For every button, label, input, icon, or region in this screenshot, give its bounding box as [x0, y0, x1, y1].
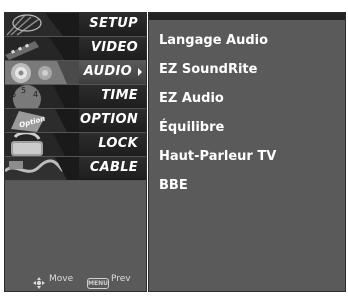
speaker-icon — [5, 61, 79, 84]
cable-icon — [5, 157, 79, 180]
svg-text:6: 6 — [11, 90, 16, 99]
submenu-item-equilibre[interactable]: Équilibre — [159, 120, 224, 135]
menu-item-audio[interactable]: AUDIO — [5, 61, 146, 85]
satellite-dish-icon — [5, 13, 79, 36]
menu-item-video[interactable]: VIDEO — [5, 37, 146, 61]
tv-osd-screen: SETUP VIDEO AUDIO 6 5 4 TIME Option OPTI… — [0, 0, 348, 300]
menu-item-label: LOCK — [98, 136, 138, 151]
submenu-item-ez-soundrite[interactable]: EZ SoundRite — [159, 62, 257, 77]
film-strip-icon — [5, 37, 79, 60]
submenu-item-langage-audio[interactable]: Langage Audio — [159, 33, 268, 48]
main-menu: SETUP VIDEO AUDIO 6 5 4 TIME Option OPTI… — [4, 12, 147, 292]
svg-text:5: 5 — [21, 86, 26, 95]
menu-item-label: SETUP — [89, 16, 138, 31]
move-label: Move — [49, 274, 74, 284]
menu-item-cable[interactable]: CABLE — [5, 157, 146, 181]
clock-icon: 6 5 4 — [5, 85, 79, 108]
chevron-right-icon — [138, 68, 142, 76]
submenu-item-haut-parleur-tv[interactable]: Haut-Parleur TV — [159, 149, 276, 164]
submenu-item-bbe[interactable]: BBE — [159, 178, 188, 193]
move-dpad-icon — [33, 277, 45, 289]
menu-footer: Move MENU Prev — [5, 271, 146, 291]
menu-item-label: OPTION — [79, 112, 138, 127]
prev-label: Prev — [111, 274, 131, 284]
menu-item-label: TIME — [101, 88, 138, 103]
menu-item-label: AUDIO — [83, 64, 132, 79]
option-tag-icon: Option — [5, 109, 79, 132]
menu-item-lock[interactable]: LOCK — [5, 133, 146, 157]
menu-item-label: VIDEO — [90, 40, 138, 55]
menu-key-icon: MENU — [87, 278, 109, 289]
padlock-icon — [5, 133, 79, 156]
menu-item-time[interactable]: 6 5 4 TIME — [5, 85, 146, 109]
submenu-item-ez-audio[interactable]: EZ Audio — [159, 91, 224, 106]
menu-spacer — [5, 229, 146, 269]
menu-item-option[interactable]: Option OPTION — [5, 109, 146, 133]
audio-submenu: Langage Audio EZ SoundRite EZ Audio Équi… — [148, 12, 346, 292]
submenu-header-bar — [149, 13, 345, 20]
svg-text:4: 4 — [33, 90, 38, 99]
menu-item-setup[interactable]: SETUP — [5, 13, 146, 37]
menu-item-label: CABLE — [89, 160, 138, 175]
